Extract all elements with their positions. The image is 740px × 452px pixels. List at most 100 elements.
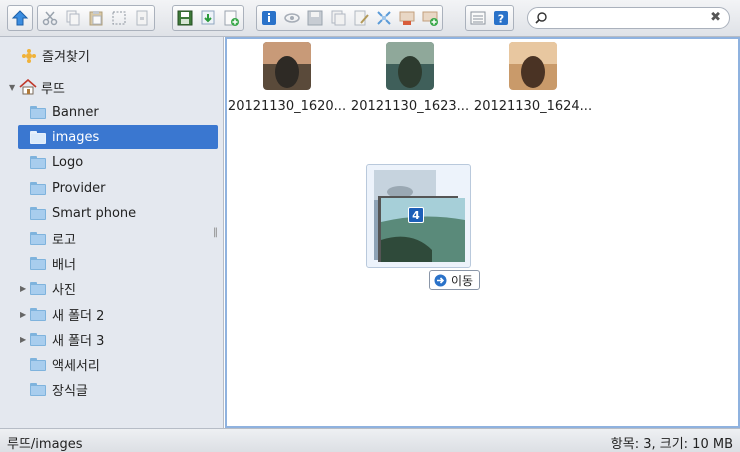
help-icon: ? [494,11,508,26]
save-icon [177,10,193,26]
folder-label: images [52,129,100,145]
save-as-icon [307,10,323,26]
select-all-button[interactable] [108,7,130,29]
new-file-icon [224,10,239,26]
sidebar-folder-item[interactable]: 장식글 [18,377,88,401]
move-label: 이동 [451,273,474,288]
file-item[interactable]: 20121130_1623... [350,42,470,114]
clear-search-icon[interactable]: ✖ [710,10,721,25]
favorites-star-icon [22,48,36,63]
search-icon [535,12,547,24]
archive-button[interactable] [131,7,153,29]
go-up-icon [11,10,29,26]
folder-icon [30,256,46,270]
expand-arrow-icon[interactable]: ▶ [20,310,30,319]
drag-preview: 4 [366,164,471,268]
resize-icon [377,11,391,25]
compress-icon [422,11,438,26]
file-thumbnail [263,42,311,90]
copy-button[interactable] [62,7,84,29]
sidebar-folder-item[interactable]: Logo [18,150,83,174]
folder-icon [30,332,46,346]
folder-icon [30,155,46,169]
file-view[interactable]: 20121130_1620... 20121130_1623... 20121130… [225,37,740,428]
file-name: 20121130_1624... [473,99,593,114]
search-input[interactable] [550,9,710,27]
folder-icon [30,105,46,119]
new-file-button[interactable] [220,7,242,29]
folder-label: Banner [52,104,99,120]
save-as-button[interactable] [304,7,326,29]
rename-button[interactable] [350,7,372,29]
info-button[interactable] [258,7,280,29]
paste-icon [89,11,103,26]
svg-text:?: ? [498,13,504,26]
folder-icon [30,231,46,245]
view-icon [284,13,300,23]
sidebar: 즐겨찾기 ▼ 루뜨 Banner images Logo Provider Smart … [0,37,224,428]
sidebar-folder-item[interactable]: ▶ 새 폴더 3 [18,327,104,351]
info-icon [262,11,276,25]
folder-icon [30,130,46,144]
duplicate-icon [331,10,346,26]
tree-root-label: 루뜨 [41,81,65,97]
archive-icon [136,10,148,26]
toolbar-group-tools [256,5,443,31]
sidebar-folder-item[interactable]: 액세서리 [18,352,100,376]
sidebar-folder-item[interactable]: Banner [18,100,99,124]
help-button[interactable]: ? [490,7,512,29]
file-thumbnail [386,42,434,90]
expand-arrow-icon[interactable]: ▶ [20,335,30,344]
drag-count-badge: 4 [408,207,424,223]
toolbar-group-clipboard [37,5,155,31]
paste-button[interactable] [85,7,107,29]
cut-button[interactable] [39,7,61,29]
list-view-button[interactable] [467,7,489,29]
extract-button[interactable] [396,7,418,29]
select-all-icon [112,11,126,25]
search-box[interactable]: ✖ [527,7,730,29]
rename-icon [354,10,369,26]
sidebar-folder-item[interactable]: ▶ 새 폴더 2 [18,302,104,326]
sidebar-folder-item[interactable]: ▶ 사진 [18,276,76,300]
status-bar: 루뜨/images 항목: 3, 크기: 10 MB [0,428,740,452]
view-button[interactable] [281,7,303,29]
folder-icon [30,382,46,396]
folder-label: 새 폴더 2 [52,308,105,324]
duplicate-button[interactable] [327,7,349,29]
cut-icon [42,11,58,26]
save-button[interactable] [174,7,196,29]
download-button[interactable] [197,7,219,29]
sidebar-folder-item[interactable]: Provider [18,176,106,200]
status-path: 루뜨/images [7,437,83,452]
folder-label: 장식글 [52,383,88,399]
move-tooltip: 이동 [429,270,481,290]
tree-root[interactable]: ▼ 루뜨 [9,75,65,99]
toolbar-group-file [172,5,244,31]
file-item[interactable]: 20121130_1620... [227,42,347,114]
file-item[interactable]: 20121130_1624... [473,42,593,114]
sidebar-resize-handle[interactable]: ‖ [213,227,218,238]
folder-icon [30,181,46,195]
favorites-item[interactable]: 즐겨찾기 [22,46,90,65]
sidebar-folder-item[interactable]: 배너 [18,251,76,275]
resize-button[interactable] [373,7,395,29]
folder-icon [30,357,46,371]
toolbar-group-nav [7,5,33,31]
copy-icon [66,10,80,26]
move-arrow-icon [434,274,447,286]
folder-label: Smart phone [52,205,137,221]
sidebar-folder-item[interactable]: 로고 [18,226,76,250]
go-up-button[interactable] [9,7,31,29]
sidebar-folder-item[interactable]: images [18,125,218,149]
expand-arrow-icon[interactable]: ▼ [9,83,19,92]
compress-button[interactable] [419,7,441,29]
folder-label: 사진 [52,282,76,298]
folder-label: Provider [52,180,106,196]
download-icon [201,10,215,25]
folder-label: 액세서리 [52,358,100,374]
extract-icon [399,11,415,25]
home-icon [19,79,37,95]
expand-arrow-icon[interactable]: ▶ [20,284,30,293]
sidebar-folder-item[interactable]: Smart phone [18,201,136,225]
